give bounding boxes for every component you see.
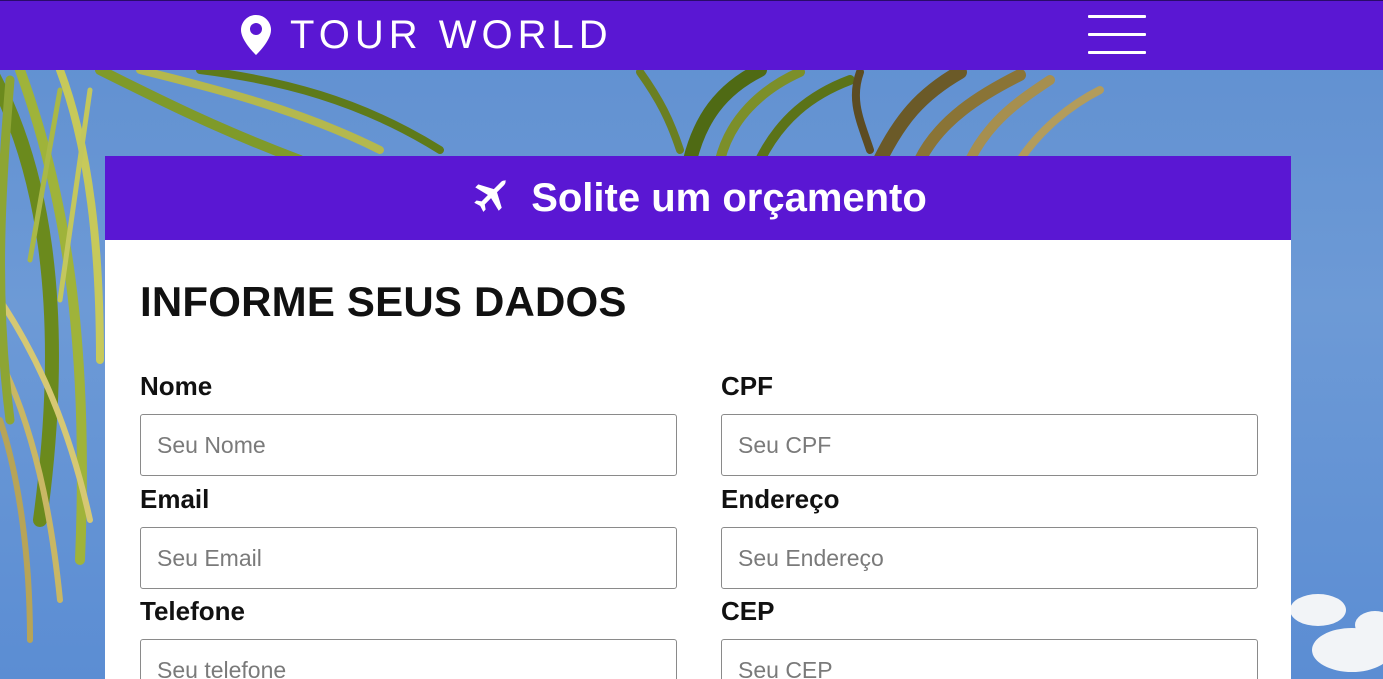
brand-name: TOUR WORLD (290, 13, 613, 57)
top-navbar: TOUR WORLD (0, 0, 1383, 70)
telefone-label: Telefone (140, 596, 245, 626)
email-field-group: Email (140, 481, 677, 589)
cpf-label: CPF (721, 371, 773, 401)
endereco-label: Endereço (721, 484, 840, 514)
hamburger-menu-icon[interactable] (1088, 15, 1146, 57)
cpf-input[interactable] (721, 414, 1258, 476)
email-label: Email (140, 484, 210, 514)
telefone-field-group: Telefone (140, 593, 677, 679)
cep-field-group: CEP (721, 593, 1258, 679)
email-input[interactable] (140, 527, 677, 589)
nome-field-group: Nome (140, 368, 677, 476)
plane-icon (474, 179, 507, 212)
quote-card-header: Solite um orçamento (105, 156, 1291, 240)
telefone-input[interactable] (140, 639, 677, 679)
map-pin-icon (241, 15, 271, 55)
form-heading: INFORME SEUS DADOS (140, 278, 627, 325)
cep-label: CEP (721, 596, 775, 626)
quote-card: Solite um orçamento INFORME SEUS DADOS N… (105, 156, 1291, 679)
nome-label: Nome (140, 371, 213, 401)
cep-input[interactable] (721, 639, 1258, 679)
endereco-field-group: Endereço (721, 481, 1258, 589)
quote-title: Solite um orçamento (531, 175, 927, 220)
brand-logo[interactable]: TOUR WORLD (240, 9, 613, 61)
cpf-field-group: CPF (721, 368, 1258, 476)
nome-input[interactable] (140, 414, 677, 476)
endereco-input[interactable] (721, 527, 1258, 589)
